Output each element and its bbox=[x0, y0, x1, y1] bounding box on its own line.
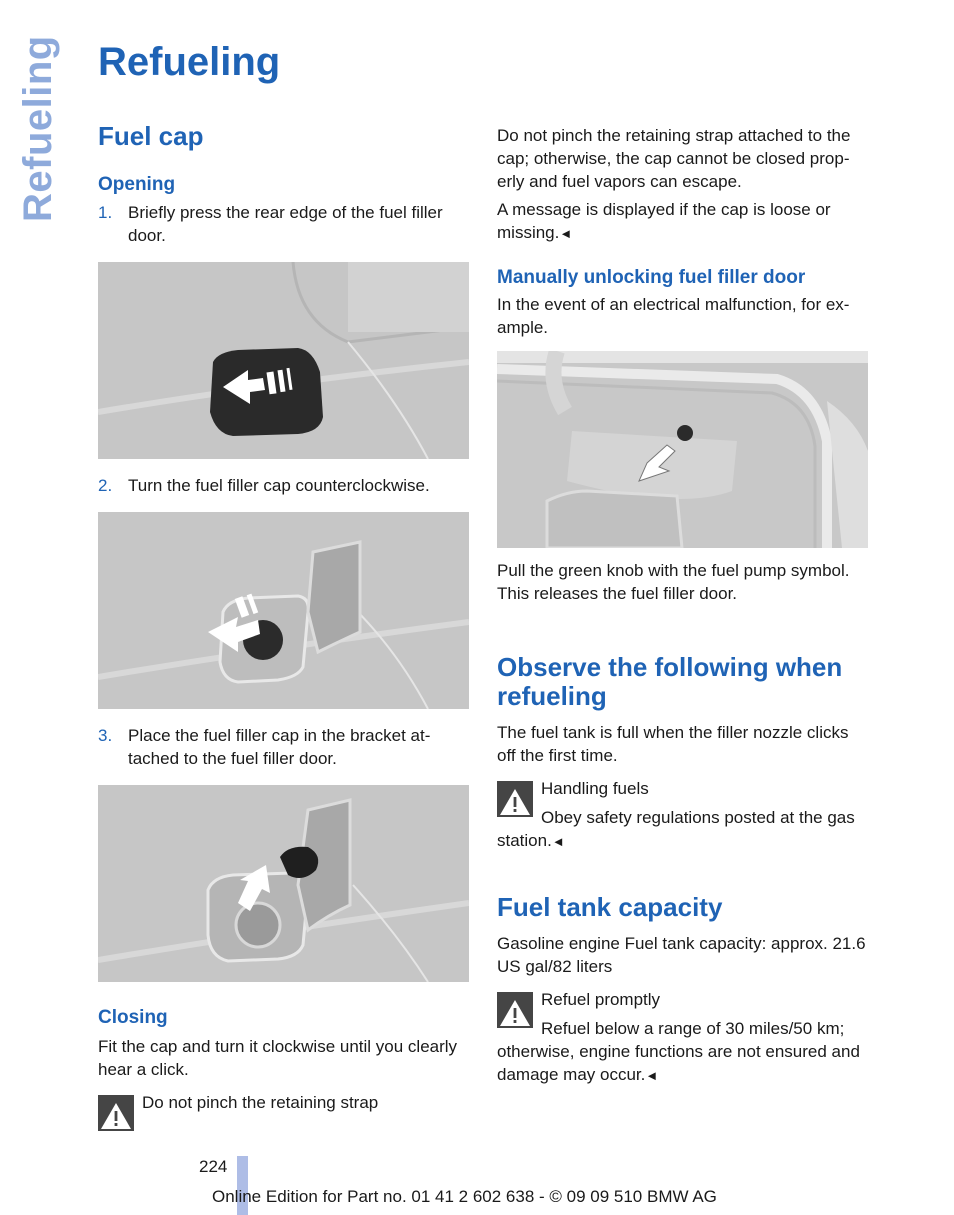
right-column: Do not pinch the retaining strap attache… bbox=[497, 120, 869, 1087]
closing-text: Fit the cap and turn it clockwise until … bbox=[98, 1037, 458, 1079]
step-number: 3. bbox=[98, 726, 113, 745]
warning-text: Refuel below a range of 30 miles/50 km; … bbox=[497, 1019, 860, 1084]
figure-green-knob bbox=[497, 351, 868, 548]
subsection-title-closing: Closing bbox=[98, 1007, 168, 1028]
section-title-observe: Observe the following when refueling bbox=[497, 652, 843, 711]
step-text: Briefly press the rear edge of the fuel … bbox=[128, 203, 443, 245]
warning-retaining-strap: Do not pinch the retaining strap bbox=[98, 1091, 470, 1131]
figure-turn-cap bbox=[98, 512, 469, 709]
footer-edition-text: Online Edition for Part no. 01 41 2 602 … bbox=[212, 1187, 717, 1206]
warning-refuel-promptly: Refuel promptly Refuel below a range of … bbox=[497, 988, 869, 1087]
step-number: 2. bbox=[98, 476, 113, 495]
warning-handling-fuels: Handling fuels Obey safety regulations p… bbox=[497, 777, 869, 853]
step-2: 2. Turn the fuel filler cap counterclock… bbox=[98, 474, 470, 497]
end-of-warning-marker: ◄ bbox=[645, 1068, 659, 1083]
warning-title: Do not pinch the retaining strap bbox=[142, 1093, 379, 1112]
warning-text: Obey safety regulations posted at the ga… bbox=[497, 808, 855, 850]
warning-triangle-icon bbox=[98, 1095, 134, 1131]
manual-unlock-intro: In the event of an electrical malfunctio… bbox=[497, 295, 850, 337]
page-title: Refueling bbox=[98, 40, 281, 84]
cap-message-text: A message is displayed if the cap is loo… bbox=[497, 200, 831, 242]
subsection-title-manual-unlock: Manually unlocking fuel filler door bbox=[497, 267, 806, 288]
manual-unlock-instruction: Pull the green knob with the fuel pump s… bbox=[497, 561, 850, 603]
end-of-warning-marker: ◄ bbox=[559, 226, 573, 241]
step-1: 1. Briefly press the rear edge of the fu… bbox=[98, 201, 470, 247]
step-3: 3. Place the fuel filler cap in the brac… bbox=[98, 724, 470, 770]
section-title-fuel-cap: Fuel cap bbox=[98, 121, 204, 151]
section-title-fuel-tank-capacity: Fuel tank capacity bbox=[497, 892, 723, 922]
end-of-warning-marker: ◄ bbox=[551, 834, 565, 849]
figure-press-filler-door bbox=[98, 262, 469, 459]
observe-text: The fuel tank is full when the filler no… bbox=[497, 723, 849, 765]
figure-cap-in-bracket bbox=[98, 785, 469, 982]
capacity-text: Gasoline engine Fuel tank capacity: appr… bbox=[497, 934, 866, 976]
warning-triangle-icon bbox=[497, 992, 533, 1028]
left-column: Fuel cap Opening 1. Briefly press the re… bbox=[98, 120, 470, 1135]
page-number: 224 bbox=[199, 1157, 228, 1176]
warning-triangle-icon bbox=[497, 781, 533, 817]
warning-title: Handling fuels bbox=[541, 779, 649, 798]
warning-title: Refuel promptly bbox=[541, 990, 661, 1009]
step-text: Turn the fuel filler cap counterclockwis… bbox=[128, 476, 430, 495]
chapter-side-label: Refueling bbox=[16, 35, 60, 222]
step-text: Place the fuel filler cap in the bracket… bbox=[128, 726, 431, 768]
warning-continued-text: Do not pinch the retaining strap attache… bbox=[497, 126, 851, 191]
step-number: 1. bbox=[98, 203, 113, 222]
subsection-title-opening: Opening bbox=[98, 174, 176, 195]
